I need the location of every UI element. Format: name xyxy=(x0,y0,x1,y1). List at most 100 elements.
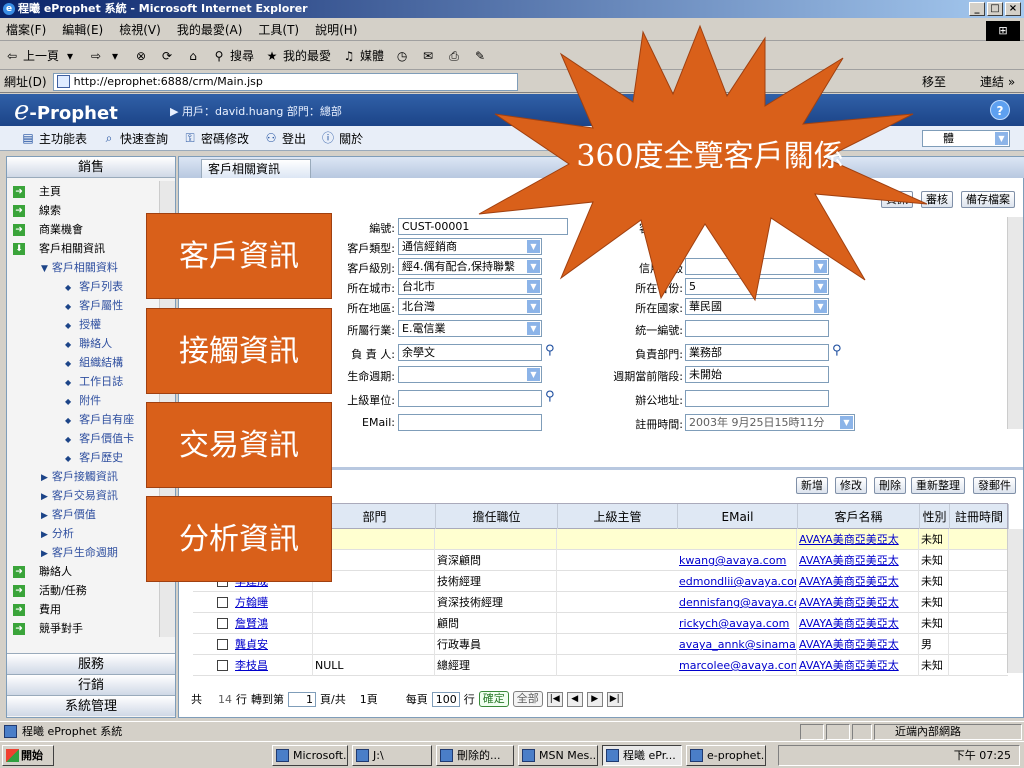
sidebar-item-home[interactable]: ➜ 主頁 xyxy=(13,183,61,199)
page-input[interactable]: 1 xyxy=(288,691,316,707)
forward-button[interactable]: ⇨ ▾ xyxy=(88,48,123,64)
menu-edit[interactable]: 編輯(E) xyxy=(62,21,103,38)
office-field[interactable] xyxy=(685,390,829,407)
stage-field[interactable]: 未開始 xyxy=(685,366,829,383)
form-scrollbar[interactable] xyxy=(1007,217,1023,429)
parent-field[interactable] xyxy=(398,390,542,407)
mail-button[interactable]: ✉ xyxy=(420,48,436,64)
row-checkbox[interactable] xyxy=(217,639,228,650)
table-row[interactable]: 詹賢鴻 顧問 rickych@avaya.com AVAYA美商亞美亞太 未知 xyxy=(193,613,1008,634)
sidebar-item-activities[interactable]: ➜ 活動/任務 xyxy=(13,582,87,598)
backup-file-button[interactable]: 備存檔案 xyxy=(961,191,1015,208)
refresh-button[interactable]: 重新整理 xyxy=(911,477,965,494)
back-button[interactable]: ⇦ 上一頁 ▾ xyxy=(4,47,78,64)
prev-page-icon[interactable]: ◀ xyxy=(566,691,583,707)
cell-email[interactable]: kwang@avaya.com xyxy=(677,550,797,571)
row-checkbox[interactable] xyxy=(217,618,228,629)
first-page-icon[interactable]: |◀ xyxy=(546,691,563,707)
main-menu-button[interactable]: ▤ 主功能表 xyxy=(20,130,87,147)
sidebar-header-service[interactable]: 服務 xyxy=(7,653,175,674)
task-recycle[interactable]: 刪除的... xyxy=(436,745,514,766)
change-password-button[interactable]: ⚿ 密碼修改 xyxy=(182,130,249,147)
media-button[interactable]: ♫ 媒體 xyxy=(341,47,384,64)
lifecycle-select[interactable]: ▼ xyxy=(398,366,542,383)
task-explorer[interactable]: J:\ xyxy=(352,745,432,766)
refresh-button[interactable]: ⟳ xyxy=(159,48,175,64)
col-title[interactable]: 擔任職位 xyxy=(436,504,558,530)
menu-view[interactable]: 檢視(V) xyxy=(119,21,161,38)
email-field[interactable] xyxy=(398,414,542,431)
sidebar-group-customer-value[interactable]: ▶ 客戶價值 xyxy=(41,506,96,522)
sidebar-item-competitors[interactable]: ➜ 競爭對手 xyxy=(13,620,83,636)
send-mail-button[interactable]: 發郵件 xyxy=(973,477,1016,494)
clock[interactable]: 下午 07:25 xyxy=(954,749,1011,762)
sidebar-item-opportunities[interactable]: ➜ 商業機會 xyxy=(13,221,83,237)
table-row[interactable]: 李枝昌 NULL 總經理 marcolee@avaya.com AVAYA美商亞美亞太未… xyxy=(193,655,1008,676)
menu-tools[interactable]: 工具(T) xyxy=(258,21,299,38)
sidebar-item-customer-info[interactable]: ⬇ 客戶相關資訊 xyxy=(13,240,105,256)
task-msn[interactable]: MSN Mes... xyxy=(518,745,598,766)
search-icon[interactable]: ⚲ xyxy=(545,343,555,358)
sidebar-subitem-history[interactable]: ◆ 客戶歷史 xyxy=(65,449,123,465)
reg-datetime[interactable]: 2003年 9月25日15時11分 ▼ xyxy=(685,414,855,431)
sidebar-group-contact-info[interactable]: ▶ 客戶接觸資訊 xyxy=(41,468,118,484)
next-page-icon[interactable]: ▶ xyxy=(586,691,603,707)
cell-customer[interactable]: AVAYA美商亞美亞太 xyxy=(797,634,919,655)
col-gender[interactable]: 性別 xyxy=(920,504,950,530)
sidebar-group-analysis[interactable]: ▶ 分析 xyxy=(41,525,74,541)
sidebar-group-customer-data[interactable]: ▼ 客戶相關資料 xyxy=(41,259,118,275)
home-button[interactable]: ⌂ xyxy=(185,48,201,64)
quick-search-button[interactable]: ⌕ 快速查詢 xyxy=(101,130,168,147)
search-icon[interactable]: ⚲ xyxy=(545,389,555,404)
cell-email[interactable]: avaya_annk@sinamail.com xyxy=(677,634,797,655)
dept-field[interactable]: 業務部 xyxy=(685,344,829,361)
cell-email[interactable]: edmondlii@avaya.com xyxy=(677,571,797,592)
sidebar-item-expenses[interactable]: ➜ 費用 xyxy=(13,601,61,617)
sidebar-subitem-authorization[interactable]: ◆ 授權 xyxy=(65,316,101,332)
sidebar-item-leads[interactable]: ➜ 線索 xyxy=(13,202,61,218)
contact-name-link[interactable]: 方翰曄 xyxy=(233,592,313,613)
contact-name-link[interactable]: 李枝昌 xyxy=(233,655,313,676)
contact-name-link[interactable]: 龔貞安 xyxy=(233,634,313,655)
cell-email[interactable]: dennisfang@avaya.com xyxy=(677,592,797,613)
confirm-button[interactable]: 確定 xyxy=(478,691,509,707)
task-eprophet-doc[interactable]: e-prophet... xyxy=(686,745,766,766)
cell-customer[interactable]: AVAYA美商亞美亞太 xyxy=(797,613,919,634)
help-icon[interactable]: ? xyxy=(990,100,1010,120)
last-page-icon[interactable]: ▶| xyxy=(606,691,623,707)
sidebar-group-lifecycle[interactable]: ▶ 客戶生命週期 xyxy=(41,544,118,560)
grid-scrollbar[interactable] xyxy=(1007,529,1023,673)
sidebar-subitem-attachments[interactable]: ◆ 附件 xyxy=(65,392,101,408)
sidebar-subitem-work-log[interactable]: ◆ 工作日誌 xyxy=(65,373,123,389)
sidebar-subitem-org-structure[interactable]: ◆ 組織結構 xyxy=(65,354,123,370)
sidebar-subitem-value-card[interactable]: ◆ 客戶價值卡 xyxy=(65,430,134,446)
col-registered[interactable]: 註冊時間 xyxy=(950,504,1009,530)
contact-name-link[interactable]: 詹賢鴻 xyxy=(233,613,313,634)
sidebar-subitem-own-seats[interactable]: ◆ 客戶自有座 xyxy=(65,411,134,427)
cell-customer[interactable]: AVAYA美商亞美亞太 xyxy=(797,592,919,613)
cell-email[interactable] xyxy=(677,529,797,550)
search-icon[interactable]: ⚲ xyxy=(832,343,842,358)
history-button[interactable]: ◷ xyxy=(394,48,410,64)
sidebar-item-contacts[interactable]: ➜ 聯絡人 xyxy=(13,563,72,579)
minimize-button[interactable]: _ xyxy=(969,2,985,16)
owner-field[interactable]: 余學文 xyxy=(398,344,542,361)
menu-file[interactable]: 檔案(F) xyxy=(6,21,46,38)
sidebar-header-sales[interactable]: 銷售 xyxy=(7,157,175,178)
table-row[interactable]: 龔貞安 行政專員 avaya_annk@sinamail.comAVAYA美商亞美亞… xyxy=(193,634,1008,655)
address-input[interactable]: http://eprophet:6888/crm/Main.jsp xyxy=(52,72,518,91)
sidebar-subitem-customer-list[interactable]: ◆ 客戶列表 xyxy=(65,278,123,294)
close-button[interactable]: × xyxy=(1005,2,1021,16)
language-select[interactable]: 體 ▼ xyxy=(922,130,1010,147)
search-button[interactable]: ⚲ 搜尋 xyxy=(211,47,254,64)
industry-select[interactable]: E.電信業 ▼ xyxy=(398,320,542,337)
sidebar-header-system-admin[interactable]: 系統管理 xyxy=(7,695,175,716)
sidebar-group-transaction-info[interactable]: ▶ 客戶交易資訊 xyxy=(41,487,118,503)
row-checkbox[interactable] xyxy=(217,597,228,608)
cell-customer[interactable]: AVAYA美商亞美亞太 xyxy=(797,550,919,571)
start-button[interactable]: 開始 xyxy=(2,745,54,766)
sidebar-subitem-customer-attributes[interactable]: ◆ 客戶屬性 xyxy=(65,297,123,313)
maximize-button[interactable]: □ xyxy=(987,2,1003,16)
sidebar-subitem-contacts[interactable]: ◆ 聯絡人 xyxy=(65,335,112,351)
show-all-button[interactable]: 全部 xyxy=(512,691,543,707)
